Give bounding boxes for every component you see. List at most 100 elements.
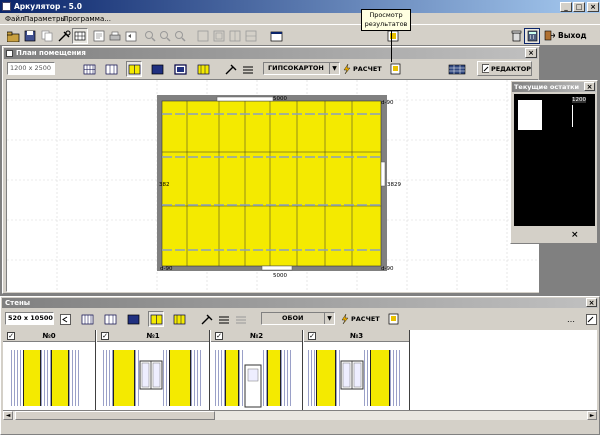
room-grid-a-icon[interactable]: [81, 61, 97, 77]
copy-icon[interactable]: [39, 28, 55, 44]
window-opening-icon: [340, 360, 364, 390]
room-grid-b-icon[interactable]: [103, 61, 119, 77]
leftovers-window: Текущие остатки × 1200 ×: [510, 80, 598, 244]
close-button[interactable]: ×: [587, 2, 599, 12]
walls-settings-icon[interactable]: [199, 311, 215, 327]
walls-title: Стены: [5, 299, 31, 307]
wall-3[interactable]: ✓ №3: [304, 330, 410, 410]
wall-0-header: ✓ №0: [3, 330, 95, 342]
wall-1[interactable]: ✓ №1: [97, 330, 210, 410]
walls-more-button[interactable]: …: [563, 311, 579, 327]
wall-0[interactable]: ✓ №0: [3, 330, 96, 410]
save-icon[interactable]: [22, 28, 38, 44]
exit-button[interactable]: Выход: [544, 28, 596, 43]
leftovers-clear-icon[interactable]: ×: [571, 230, 579, 240]
app-title: Аркулятор - 5.0: [14, 2, 82, 11]
frame-grid-icon[interactable]: [243, 28, 259, 44]
walls-scrollbar[interactable]: ◄ ►: [3, 410, 597, 420]
exit-label: Выход: [558, 31, 587, 40]
editor-icon: [482, 64, 489, 73]
zoom-in-icon[interactable]: [142, 28, 158, 44]
print-icon[interactable]: [107, 28, 123, 44]
frame-split-icon[interactable]: [227, 28, 243, 44]
walls-grid-a-icon[interactable]: [79, 311, 95, 327]
walls-grid-c-icon[interactable]: [233, 311, 249, 327]
room-plan-canvas[interactable]: 5000 5000 382 3829 d-90 d-90 d-90: [6, 79, 539, 292]
wall-1-drawing: [97, 344, 209, 406]
room-yellow-view-icon[interactable]: [195, 61, 211, 77]
main-toolbar: Выход: [0, 24, 600, 46]
chevron-down-icon: ▼: [329, 63, 339, 74]
room-table-icon[interactable]: [447, 61, 467, 77]
leftovers-title-bar: Текущие остатки ×: [512, 82, 596, 92]
menu-file[interactable]: Файл: [5, 15, 24, 23]
zoom-fit-icon[interactable]: [172, 28, 188, 44]
room-plan-title: План помещения: [16, 49, 86, 57]
trash-icon[interactable]: [508, 28, 524, 44]
dim-corner-bl: d-90: [160, 266, 173, 272]
wall-0-drawing: [3, 344, 95, 406]
wall-3-header: ✓ №3: [304, 330, 409, 342]
walls-edit-icon[interactable]: [583, 311, 599, 327]
tools-icon[interactable]: [56, 28, 72, 44]
room-calc-button[interactable]: РАСЧЕТ: [343, 62, 385, 75]
calculator-icon[interactable]: [524, 28, 540, 44]
room-calc-label: РАСЧЕТ: [353, 64, 382, 73]
menu-parameters[interactable]: Параметры: [24, 15, 66, 23]
walls-size-field[interactable]: 520 x 10500: [5, 312, 54, 325]
wall-1-name: №1: [146, 332, 160, 340]
walls-close-button[interactable]: ×: [586, 298, 597, 307]
page-setup-icon[interactable]: [91, 28, 107, 44]
open-folder-icon[interactable]: [5, 28, 21, 44]
room-solid-view-icon[interactable]: [149, 61, 165, 77]
walls-solid-view-icon[interactable]: [125, 311, 141, 327]
wall-2[interactable]: ✓ №2: [211, 330, 303, 410]
frame-alt-icon[interactable]: [211, 28, 227, 44]
editor-label: РЕДАКТОР: [490, 64, 531, 73]
room-material-select[interactable]: ГИПСОКАРТОН ▼: [263, 62, 340, 75]
walls-grid-b-icon[interactable]: [102, 311, 118, 327]
room-panel-view-icon[interactable]: [126, 61, 142, 77]
maximize-button[interactable]: □: [573, 2, 585, 12]
editor-button[interactable]: РЕДАКТОР: [477, 61, 532, 76]
walls-layers-icon[interactable]: [216, 311, 232, 327]
room-results-icon[interactable]: [387, 61, 403, 77]
walls-title-bar: Стены ×: [2, 298, 598, 308]
room-plan-drawing: [7, 80, 538, 291]
scroll-thumb[interactable]: [15, 411, 215, 420]
room-settings-icon[interactable]: [223, 61, 239, 77]
preview-icon[interactable]: [123, 28, 139, 44]
walls-calc-button[interactable]: РАСЧЕТ: [341, 312, 383, 325]
room-plan-icon: [6, 50, 13, 57]
room-plan-close-button[interactable]: ×: [525, 48, 537, 58]
room-plan-window: План помещения × 1200 x 2500 ГИПСОКАРТОН…: [2, 46, 540, 294]
window-icon[interactable]: [268, 28, 284, 44]
walls-panel-view-icon[interactable]: [148, 311, 164, 327]
scroll-left-button[interactable]: ◄: [3, 411, 13, 420]
app-icon: [2, 2, 11, 11]
leftover-label: 1200: [572, 97, 586, 103]
wall-2-drawing: [211, 344, 302, 408]
room-layers-icon[interactable]: [240, 61, 256, 77]
room-size-field[interactable]: 1200 x 2500: [7, 62, 55, 75]
menu-program[interactable]: Программа...: [63, 15, 111, 23]
minimize-button[interactable]: _: [560, 2, 572, 12]
room-plan-title-bar: План помещения ×: [4, 48, 538, 59]
room-frame-view-icon[interactable]: [172, 61, 188, 77]
scroll-right-button[interactable]: ►: [587, 411, 597, 420]
exit-door-icon: [544, 30, 555, 41]
chevron-down-icon: ▼: [324, 313, 334, 324]
walls-yellow-view-icon[interactable]: [171, 311, 187, 327]
frame-icon[interactable]: [195, 28, 211, 44]
walls-nav-icon[interactable]: [57, 311, 73, 327]
leftovers-title: Текущие остатки: [514, 83, 580, 91]
menu-bar: Файл Параметры Программа...: [0, 13, 600, 24]
door-opening-icon: [244, 364, 262, 408]
walls-results-icon[interactable]: [385, 311, 401, 327]
leftovers-close-button[interactable]: ×: [584, 82, 595, 91]
walls-material-select[interactable]: ОБОИ ▼: [261, 312, 335, 325]
grid-view-icon[interactable]: [72, 28, 88, 44]
dim-top: 5000: [273, 96, 287, 102]
wall-1-header: ✓ №1: [97, 330, 209, 342]
zoom-out-icon[interactable]: [157, 28, 173, 44]
